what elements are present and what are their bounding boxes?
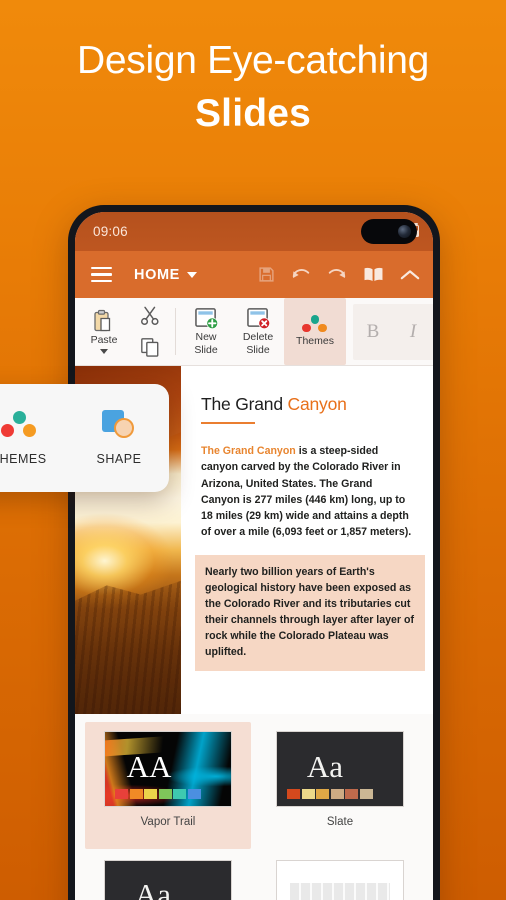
theme-name: Slate <box>326 816 354 828</box>
theme-item-slate[interactable]: Aa Slate <box>257 722 423 849</box>
paragraph-1-rest: is a steep-sided canyon carved by the Co… <box>201 445 412 538</box>
callout-themes-label: THEMES <box>0 451 47 466</box>
headline-line-2: Slides <box>194 92 312 136</box>
bold-button[interactable]: B <box>353 321 393 343</box>
theme-item-4[interactable] <box>257 851 423 900</box>
slides-group: New Slide Delete Slide <box>180 298 284 365</box>
theme-item-vapor-trail[interactable]: AA Vapor Trail <box>85 722 251 849</box>
delete-slide-label-2: Slide <box>246 344 270 356</box>
theme-preview-lines <box>290 882 390 900</box>
themes-dots-icon <box>1 410 37 438</box>
slide-text-area[interactable]: The Grand Canyon The Grand Canyon is a s… <box>181 366 433 714</box>
chevron-down-icon <box>186 271 197 278</box>
new-slide-icon <box>194 308 218 330</box>
phone-mockup: 09:06 HOME Paste New Slide Delete Slide … <box>68 205 440 900</box>
theme-sample-text: Aa <box>306 748 344 784</box>
theme-thumbnail <box>276 859 404 900</box>
delete-slide-label-1: Delete <box>242 330 274 343</box>
themes-dots-icon <box>302 315 328 334</box>
phone-screen: 09:06 HOME Paste New Slide Delete Slide … <box>75 212 433 900</box>
themes-label: Themes <box>296 335 334 348</box>
front-camera-punch-hole <box>361 219 417 244</box>
theme-swatches <box>287 789 373 799</box>
callout-shape[interactable]: SHAPE <box>80 410 158 466</box>
shape-square-circle-icon <box>101 410 137 438</box>
paste-icon <box>94 310 111 332</box>
promo-headline: Design Eye-catching Slides <box>0 38 506 139</box>
delete-slide-icon <box>246 308 270 330</box>
camera-lens-icon <box>398 225 411 238</box>
copy-icon[interactable] <box>140 337 160 357</box>
status-bar: 09:06 <box>75 212 433 251</box>
themes-gallery: AA Vapor Trail Aa Slate Aa <box>75 714 433 900</box>
new-slide-button[interactable]: New Slide <box>180 298 232 365</box>
callout-shape-label: SHAPE <box>96 452 142 466</box>
ribbon-toolbar: Paste New Slide Delete Slide Themes B I <box>75 298 433 366</box>
theme-thumbnail: Aa <box>104 859 232 900</box>
ribbon-divider <box>175 308 176 355</box>
slide-paragraph-1[interactable]: The Grand Canyon is a steep-sided canyon… <box>201 443 413 540</box>
clipboard-group: Paste <box>79 298 171 365</box>
paste-label: Paste <box>90 334 118 347</box>
paste-dropdown-caret-icon[interactable] <box>100 348 108 354</box>
paste-button[interactable]: Paste <box>79 298 129 365</box>
new-slide-label-1: New <box>195 330 217 343</box>
app-bar-actions <box>258 266 420 283</box>
save-icon[interactable] <box>258 266 275 283</box>
italic-button[interactable]: I <box>393 321 433 343</box>
font-style-group: B I <box>353 304 433 360</box>
theme-thumbnail: AA <box>104 731 232 807</box>
reading-view-icon[interactable] <box>363 266 384 283</box>
paragraph-1-accent-phrase: The Grand Canyon <box>201 445 296 458</box>
slide-title-accent: Canyon <box>287 394 347 414</box>
slide-title-plain: The Grand <box>201 394 288 414</box>
feature-callout-card: THEMES SHAPE <box>0 384 169 492</box>
ribbon-tab-selector[interactable]: HOME <box>134 267 197 283</box>
theme-name: Vapor Trail <box>140 816 196 828</box>
hamburger-icon[interactable] <box>91 266 112 283</box>
callout-themes[interactable]: THEMES <box>0 410 58 466</box>
redo-icon[interactable] <box>327 266 347 283</box>
cut-copy-column <box>129 298 171 365</box>
undo-icon[interactable] <box>291 266 311 283</box>
scissors-icon[interactable] <box>140 306 160 326</box>
app-top-bar: HOME <box>75 251 433 298</box>
new-slide-label-2: Slide <box>194 344 218 356</box>
slide-paragraph-2[interactable]: Nearly two billion years of Earth's geol… <box>195 554 425 671</box>
title-underline-rule <box>201 422 255 425</box>
theme-sample-text: Aa <box>134 877 172 900</box>
theme-thumbnail: Aa <box>276 731 404 807</box>
collapse-ribbon-icon[interactable] <box>400 268 420 282</box>
theme-item-3[interactable]: Aa <box>85 851 251 900</box>
headline-line-1: Design Eye-catching <box>77 39 429 82</box>
ribbon-tab-label: HOME <box>134 266 180 283</box>
status-time: 09:06 <box>93 224 128 239</box>
theme-sample-text: AA <box>126 748 172 784</box>
theme-swatches <box>115 789 201 799</box>
delete-slide-button[interactable]: Delete Slide <box>232 298 284 365</box>
themes-button[interactable]: Themes <box>284 298 346 365</box>
slide-title[interactable]: The Grand Canyon <box>201 394 413 415</box>
